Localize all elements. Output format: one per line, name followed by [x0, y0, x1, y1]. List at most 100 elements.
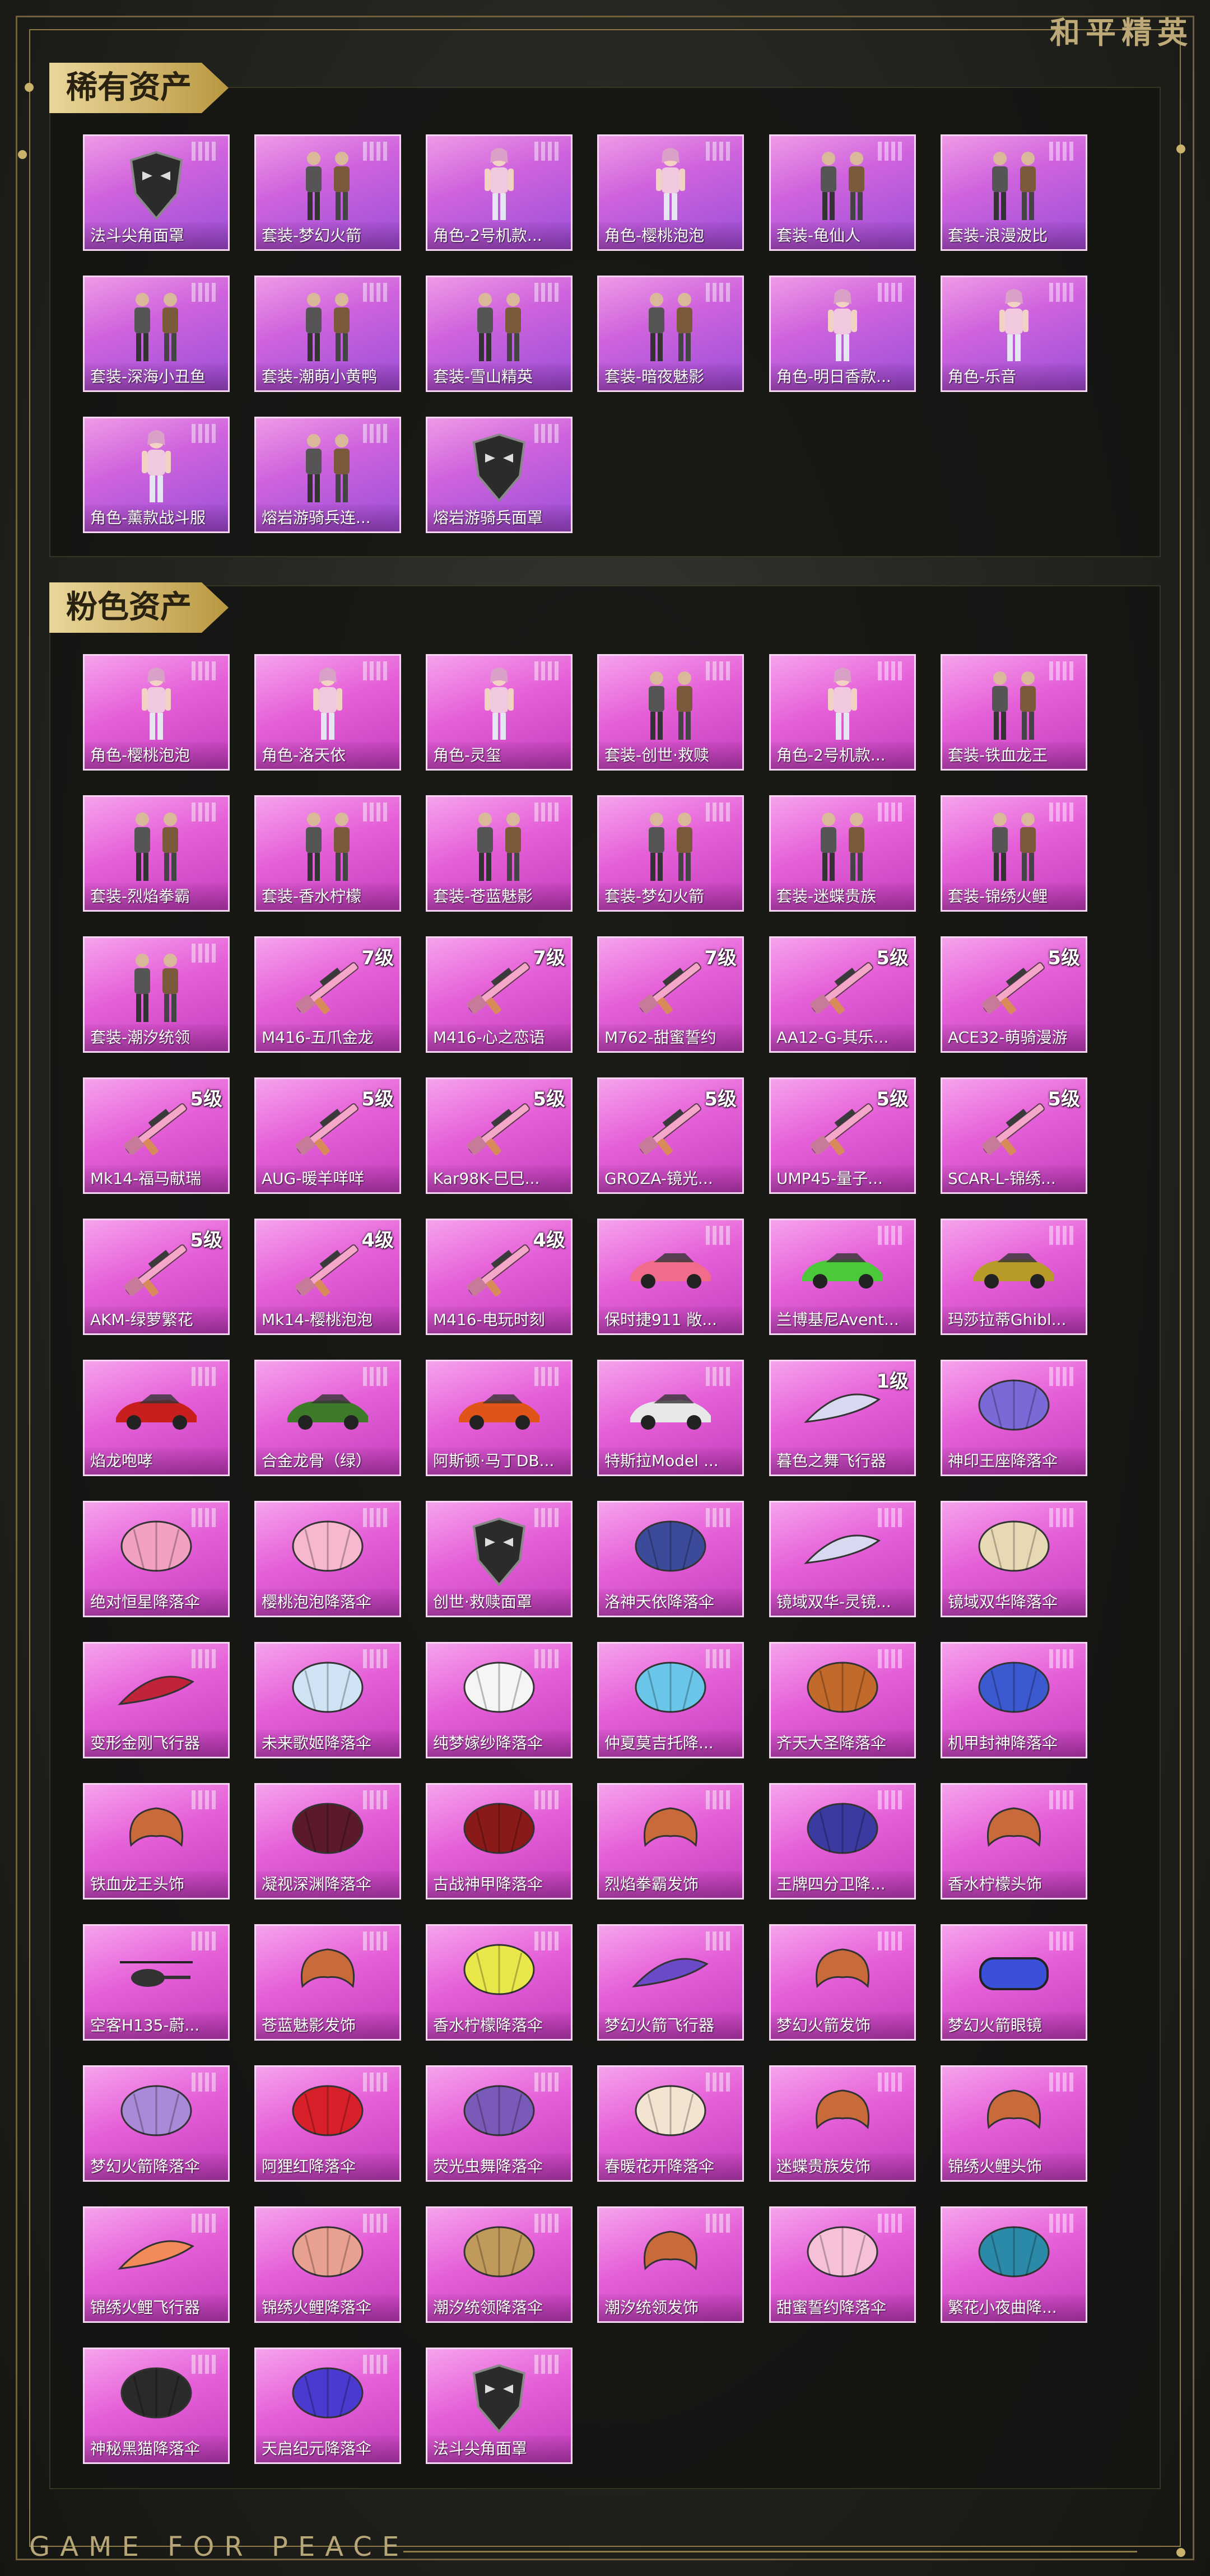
asset-card[interactable]: 兰博基尼Avent... — [769, 1219, 916, 1335]
asset-card[interactable]: 梦幻火箭飞行器 — [597, 1924, 744, 2041]
rifle-icon — [286, 1089, 370, 1168]
asset-card[interactable]: 套装-创世·救赎 — [597, 654, 744, 771]
asset-card[interactable]: 5级 UMP45-量子... — [769, 1077, 916, 1194]
asset-card[interactable]: 法斗尖角面罩 — [426, 2348, 573, 2464]
asset-name: 焰龙咆哮 — [85, 1448, 228, 1474]
asset-card[interactable]: 7级 M762-甜蜜誓约 — [597, 936, 744, 1053]
asset-card[interactable]: 角色-明日香款... — [769, 276, 916, 392]
asset-card[interactable]: 套装-梦幻火箭 — [254, 134, 401, 251]
asset-card[interactable]: 凝视深渊降落伞 — [254, 1783, 401, 1900]
asset-card[interactable]: 玛莎拉蒂Ghibl... — [941, 1219, 1087, 1335]
asset-card[interactable]: 潮汐统领降落伞 — [426, 2206, 573, 2323]
asset-card[interactable]: 古战神甲降落伞 — [426, 1783, 573, 1900]
asset-card[interactable]: 神印王座降落伞 — [941, 1360, 1087, 1476]
asset-card[interactable]: 套装-深海小丑鱼 — [83, 276, 230, 392]
asset-card[interactable]: 樱桃泡泡降落伞 — [254, 1501, 401, 1617]
asset-card[interactable]: 套装-锦绣火鲤 — [941, 795, 1087, 912]
asset-name: 潮汐统领发饰 — [599, 2294, 742, 2321]
asset-card[interactable]: 镜域双华降落伞 — [941, 1501, 1087, 1617]
asset-card[interactable]: 5级 AUG-暖羊咩咩 — [254, 1077, 401, 1194]
asset-card[interactable]: 烈焰拳霸发饰 — [597, 1783, 744, 1900]
asset-card[interactable]: 绝对恒星降落伞 — [83, 1501, 230, 1617]
parachute-icon — [114, 2077, 198, 2155]
asset-card[interactable]: 镜域双华-灵镜... — [769, 1501, 916, 1617]
asset-card[interactable]: 繁花小夜曲降... — [941, 2206, 1087, 2323]
asset-card[interactable]: 角色-乐音 — [941, 276, 1087, 392]
asset-card[interactable]: 角色-樱桃泡泡 — [597, 134, 744, 251]
asset-card[interactable]: 天启纪元降落伞 — [254, 2348, 401, 2464]
asset-card[interactable]: 香水柠檬降落伞 — [426, 1924, 573, 2041]
asset-card[interactable]: 套装-迷蝶贵族 — [769, 795, 916, 912]
asset-card[interactable]: 洛神天依降落伞 — [597, 1501, 744, 1617]
asset-name: 机甲封神降落伞 — [942, 1730, 1086, 1757]
asset-card[interactable]: 合金龙骨（绿） — [254, 1360, 401, 1476]
asset-card[interactable]: 纯梦嫁纱降落伞 — [426, 1642, 573, 1758]
asset-card[interactable]: 法斗尖角面罩 — [83, 134, 230, 251]
asset-card[interactable]: 梦幻火箭眼镜 — [941, 1924, 1087, 2041]
asset-card[interactable]: 特斯拉Model ... — [597, 1360, 744, 1476]
asset-card[interactable]: 铁血龙王头饰 — [83, 1783, 230, 1900]
asset-card[interactable]: 香水柠檬头饰 — [941, 1783, 1087, 1900]
asset-card[interactable]: 甜蜜誓约降落伞 — [769, 2206, 916, 2323]
asset-card[interactable]: 5级 GROZA-镜光... — [597, 1077, 744, 1194]
asset-card[interactable]: 保时捷911 敞... — [597, 1219, 744, 1335]
asset-card[interactable]: 7级 M416-心之恋语 — [426, 936, 573, 1053]
asset-card[interactable]: 1级 暮色之舞飞行器 — [769, 1360, 916, 1476]
parachute-icon — [801, 1795, 885, 1873]
asset-card[interactable]: 套装-浪漫波比 — [941, 134, 1087, 251]
asset-card[interactable]: 5级 SCAR-L-锦绣... — [941, 1077, 1087, 1194]
asset-card[interactable]: 机甲封神降落伞 — [941, 1642, 1087, 1758]
asset-card[interactable]: 王牌四分卫降... — [769, 1783, 916, 1900]
asset-card[interactable]: 角色-薰款战斗服 — [83, 417, 230, 533]
asset-card[interactable]: 阿斯顿·马丁DB... — [426, 1360, 573, 1476]
asset-card[interactable]: 梦幻火箭发饰 — [769, 1924, 916, 2041]
asset-card[interactable]: 套装-香水柠檬 — [254, 795, 401, 912]
asset-name: 潮汐统领降落伞 — [427, 2294, 571, 2321]
asset-card[interactable]: 神秘黑猫降落伞 — [83, 2348, 230, 2464]
asset-card[interactable]: 未来歌姬降落伞 — [254, 1642, 401, 1758]
asset-card[interactable]: 套装-暗夜魅影 — [597, 276, 744, 392]
asset-card[interactable]: 锦绣火鲤飞行器 — [83, 2206, 230, 2323]
asset-name: 套装-迷蝶贵族 — [771, 883, 914, 910]
asset-card[interactable]: 锦绣火鲤头饰 — [941, 2065, 1087, 2182]
asset-card[interactable]: 角色-灵玺 — [426, 654, 573, 771]
asset-card[interactable]: 熔岩游骑兵连... — [254, 417, 401, 533]
asset-card[interactable]: 套装-雪山精英 — [426, 276, 573, 392]
asset-card[interactable]: 角色-樱桃泡泡 — [83, 654, 230, 771]
asset-card[interactable]: 套装-龟仙人 — [769, 134, 916, 251]
asset-card[interactable]: 创世·救赎面罩 — [426, 1501, 573, 1617]
asset-card[interactable]: 套装-苍蓝魅影 — [426, 795, 573, 912]
asset-card[interactable]: 锦绣火鲤降落伞 — [254, 2206, 401, 2323]
asset-card[interactable]: 角色-洛天依 — [254, 654, 401, 771]
asset-card[interactable]: 春暖花开降落伞 — [597, 2065, 744, 2182]
asset-card[interactable]: 4级 Mk14-樱桃泡泡 — [254, 1219, 401, 1335]
asset-card[interactable]: 套装-梦幻火箭 — [597, 795, 744, 912]
parachute-icon — [457, 2077, 541, 2155]
headwear-icon — [286, 1936, 370, 2014]
asset-card[interactable]: 焰龙咆哮 — [83, 1360, 230, 1476]
asset-card[interactable]: 5级 Kar98K-巳巳... — [426, 1077, 573, 1194]
asset-card[interactable]: 梦幻火箭降落伞 — [83, 2065, 230, 2182]
asset-card[interactable]: 潮汐统领发饰 — [597, 2206, 744, 2323]
asset-card[interactable]: 套装-铁血龙王 — [941, 654, 1087, 771]
asset-card[interactable]: 5级 ACE32-萌骑漫游 — [941, 936, 1087, 1053]
asset-card[interactable]: 角色-2号机款... — [769, 654, 916, 771]
asset-card[interactable]: 苍蓝魅影发饰 — [254, 1924, 401, 2041]
asset-card[interactable]: 熔岩游骑兵面罩 — [426, 417, 573, 533]
asset-card[interactable]: 变形金刚飞行器 — [83, 1642, 230, 1758]
asset-card[interactable]: 5级 AKM-绿萝繁花 — [83, 1219, 230, 1335]
asset-card[interactable]: 角色-2号机款... — [426, 134, 573, 251]
asset-card[interactable]: 荧光虫舞降落伞 — [426, 2065, 573, 2182]
asset-card[interactable]: 套装-烈焰拳霸 — [83, 795, 230, 912]
asset-card[interactable]: 套装-潮萌小黄鸭 — [254, 276, 401, 392]
asset-card[interactable]: 5级 Mk14-福马献瑞 — [83, 1077, 230, 1194]
asset-card[interactable]: 5级 AA12-G-其乐... — [769, 936, 916, 1053]
asset-card[interactable]: 7级 M416-五爪金龙 — [254, 936, 401, 1053]
asset-card[interactable]: 迷蝶贵族发饰 — [769, 2065, 916, 2182]
asset-card[interactable]: 仲夏莫吉托降... — [597, 1642, 744, 1758]
asset-card[interactable]: 套装-潮汐统领 — [83, 936, 230, 1053]
asset-card[interactable]: 齐天大圣降落伞 — [769, 1642, 916, 1758]
asset-card[interactable]: 阿狸红降落伞 — [254, 2065, 401, 2182]
asset-card[interactable]: 空客H135-蔚... — [83, 1924, 230, 2041]
asset-card[interactable]: 4级 M416-电玩时刻 — [426, 1219, 573, 1335]
